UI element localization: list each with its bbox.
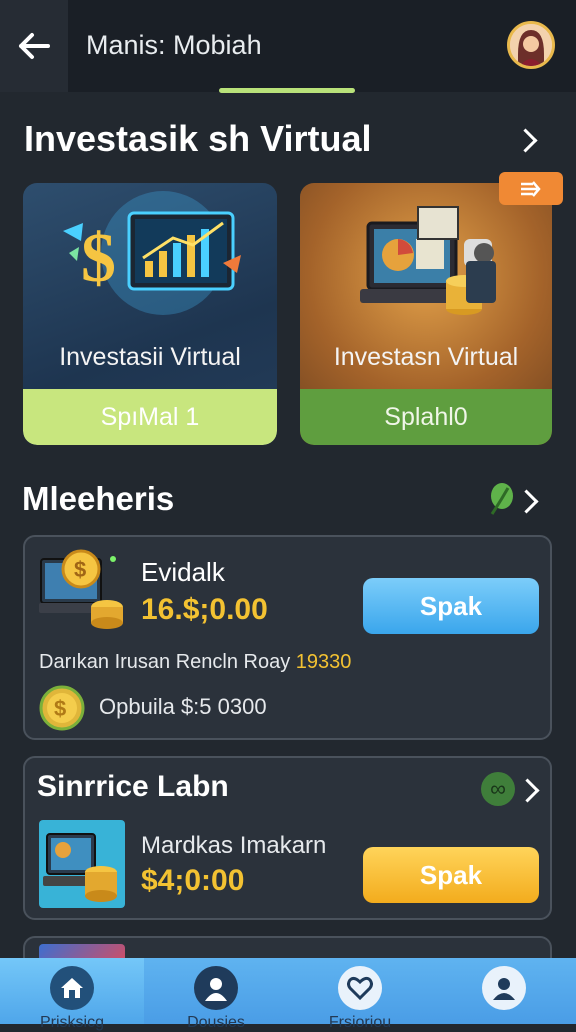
item-description: Darıkan Irusan Rencln Roay 19330 xyxy=(39,651,351,674)
back-button[interactable] xyxy=(0,0,68,92)
profile-icon xyxy=(482,966,526,1010)
computer-coins-icon xyxy=(39,820,125,908)
computer-coin-icon: $ xyxy=(39,549,123,629)
chevron-right-icon[interactable] xyxy=(513,128,538,153)
nav-label: Prisksicg xyxy=(39,1014,104,1031)
heart-icon xyxy=(338,966,382,1010)
svg-text:$: $ xyxy=(81,220,116,297)
svg-text:$: $ xyxy=(74,557,86,582)
section-title-mleeheris: Mleeheris xyxy=(22,480,175,517)
nav-item-people[interactable]: Dousies xyxy=(144,958,288,1031)
item-name: Mardkas Imakarn xyxy=(141,832,327,859)
investment-panel: $ Evidalk 16.$;0.00 Spak Darıkan Irusan … xyxy=(23,535,552,740)
card-title: Investasn Virtual xyxy=(333,343,519,371)
item-amount: 16.$;0.00 xyxy=(141,593,268,626)
nav-item-home[interactable]: Prisksicg xyxy=(0,958,144,1031)
new-badge xyxy=(499,172,563,205)
item-name: Evidalk xyxy=(141,557,225,587)
svg-text:$: $ xyxy=(54,696,66,721)
spak-button[interactable]: Spak xyxy=(363,578,539,634)
money-monitor-illustration: $ xyxy=(63,191,241,315)
service-panel: Sinrrice Labn ∞ Mardkas Imakarn $4;0:00 … xyxy=(23,756,552,920)
card-title: Investasii Virtual xyxy=(59,343,241,371)
top-bar: Manis: Mobiah xyxy=(0,0,576,93)
double-arrow-icon xyxy=(521,180,541,197)
nav-item-profile[interactable] xyxy=(432,958,576,1024)
nav-item-favorites[interactable]: Frsioriou xyxy=(288,958,432,1031)
back-arrow-icon xyxy=(19,33,50,59)
coin-balance-text: Opbuila $:5 0300 xyxy=(99,694,267,719)
virtual-investment-card-2[interactable]: Investasn Virtual Splahl0 xyxy=(300,183,552,445)
infinity-badge: ∞ xyxy=(481,772,515,806)
avatar[interactable] xyxy=(507,21,555,69)
section-title-sinrrice: Sinrrice Labn xyxy=(37,770,229,803)
description-text: Darıkan Irusan Rencln Roay xyxy=(39,651,291,673)
spak-button[interactable]: Spak xyxy=(363,847,539,903)
user-avatar-icon xyxy=(510,24,552,66)
card-action-button[interactable]: Splahl0 xyxy=(300,389,552,445)
item-amount: $4;0:00 xyxy=(141,864,245,897)
home-icon xyxy=(50,966,94,1010)
chevron-right-icon[interactable] xyxy=(515,778,540,803)
coin-icon: $ xyxy=(39,685,85,731)
featured-section-title: Investasik sh Virtual xyxy=(24,118,372,159)
chevron-right-icon[interactable] xyxy=(514,489,539,514)
page-title: Manis: Mobiah xyxy=(86,30,262,60)
nav-label: Frsioriou xyxy=(328,1014,392,1031)
leaf-icon[interactable] xyxy=(486,482,516,516)
card-action-button[interactable]: SpıMal 1 xyxy=(23,389,277,445)
nav-label: Dousies xyxy=(187,1014,245,1031)
tab-indicator xyxy=(219,88,355,93)
person-icon xyxy=(194,966,238,1010)
virtual-investment-card-1[interactable]: $ Investasii Virtual SpıMal 1 xyxy=(23,183,277,445)
bottom-navigation: Prisksicg Dousies Frsioriou xyxy=(0,958,576,1031)
computer-coins-illustration xyxy=(360,206,496,315)
description-value: 19330 xyxy=(295,651,352,673)
